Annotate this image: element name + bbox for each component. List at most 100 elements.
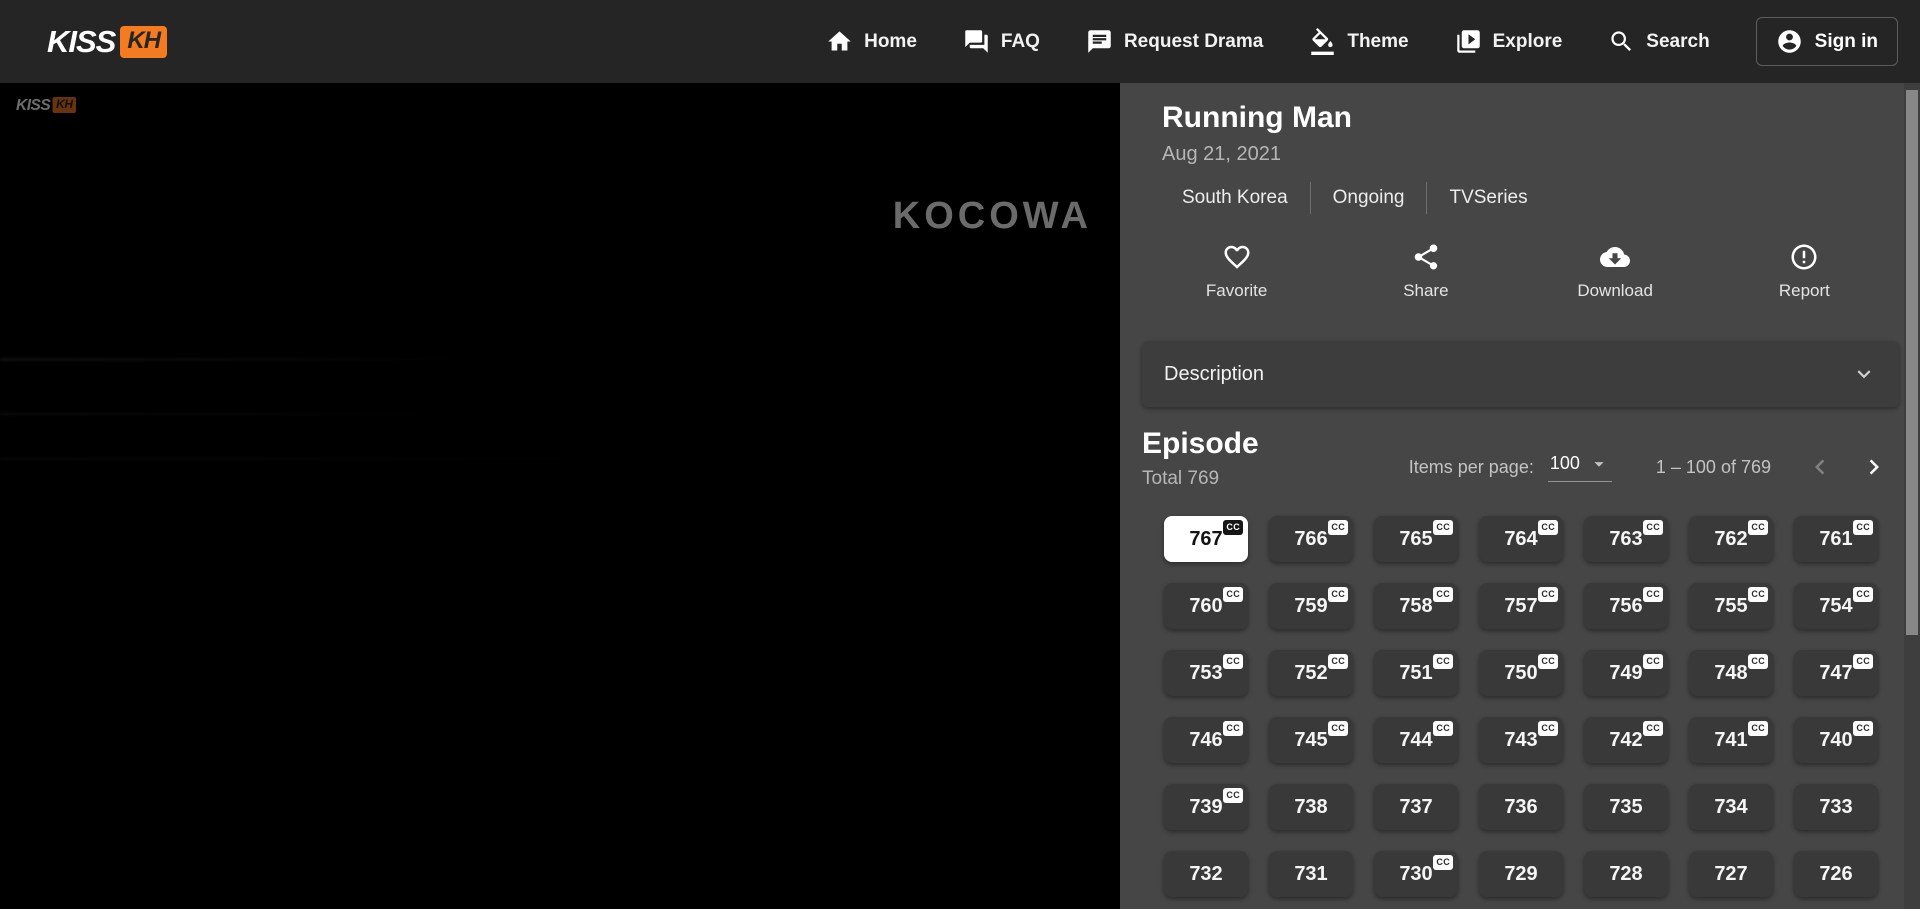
episode-button-762[interactable]: 762CC bbox=[1689, 516, 1773, 562]
tag-status[interactable]: Ongoing bbox=[1311, 187, 1427, 209]
episode-button-728[interactable]: 728 bbox=[1584, 851, 1668, 897]
episode-number: 755 bbox=[1714, 595, 1747, 617]
episode-button-744[interactable]: 744CC bbox=[1374, 717, 1458, 763]
player-corner-watermark: KISS KH bbox=[16, 96, 76, 114]
chevron-down-icon bbox=[1851, 361, 1877, 387]
episode-button-767[interactable]: 767CC bbox=[1164, 516, 1248, 562]
nav-item-search[interactable]: Search bbox=[1608, 28, 1709, 55]
scrollbar-thumb[interactable] bbox=[1906, 90, 1918, 635]
explore-icon bbox=[1455, 28, 1482, 55]
episode-button-727[interactable]: 727 bbox=[1689, 851, 1773, 897]
episode-button-736[interactable]: 736 bbox=[1479, 784, 1563, 830]
episode-number: 763 bbox=[1609, 528, 1642, 550]
episode-button-741[interactable]: 741CC bbox=[1689, 717, 1773, 763]
episode-button-734[interactable]: 734 bbox=[1689, 784, 1773, 830]
episode-number: 745 bbox=[1294, 729, 1327, 751]
episode-button-726[interactable]: 726 bbox=[1794, 851, 1878, 897]
nav-item-request-drama[interactable]: Request Drama bbox=[1086, 28, 1263, 55]
sign-in-button[interactable]: Sign in bbox=[1756, 17, 1898, 66]
episode-number: 733 bbox=[1819, 796, 1852, 818]
episode-button-743[interactable]: 743CC bbox=[1479, 717, 1563, 763]
episode-button-766[interactable]: 766CC bbox=[1269, 516, 1353, 562]
episode-number: 732 bbox=[1189, 863, 1222, 885]
action-label: Share bbox=[1403, 281, 1448, 301]
episode-button-748[interactable]: 748CC bbox=[1689, 650, 1773, 696]
video-frame bbox=[0, 358, 860, 488]
watermark-kiss-text: KISS bbox=[16, 96, 50, 114]
download-button[interactable]: Download bbox=[1521, 242, 1710, 301]
tag-country[interactable]: South Korea bbox=[1182, 187, 1310, 209]
episode-button-733[interactable]: 733 bbox=[1794, 784, 1878, 830]
episode-total: Total 769 bbox=[1142, 467, 1259, 490]
kocowa-watermark: KOCOWA bbox=[893, 195, 1092, 238]
details-panel: Running Man Aug 21, 2021 South Korea Ong… bbox=[1120, 83, 1920, 909]
episode-button-739[interactable]: 739CC bbox=[1164, 784, 1248, 830]
episode-number: 744 bbox=[1399, 729, 1432, 751]
episode-number: 726 bbox=[1819, 863, 1852, 885]
favorite-button[interactable]: Favorite bbox=[1142, 242, 1331, 301]
episode-number: 734 bbox=[1714, 796, 1747, 818]
nav-item-label: Home bbox=[864, 31, 917, 53]
episode-button-764[interactable]: 764CC bbox=[1479, 516, 1563, 562]
episode-button-731[interactable]: 731 bbox=[1269, 851, 1353, 897]
episode-number: 730 bbox=[1399, 863, 1432, 885]
previous-page-button[interactable] bbox=[1805, 452, 1835, 482]
episode-number: 765 bbox=[1399, 528, 1432, 550]
page-range-label: 1 – 100 of 769 bbox=[1656, 457, 1771, 478]
share-button[interactable]: Share bbox=[1331, 242, 1520, 301]
next-page-button[interactable] bbox=[1859, 452, 1889, 482]
episode-button-756[interactable]: 756CC bbox=[1584, 583, 1668, 629]
episode-button-761[interactable]: 761CC bbox=[1794, 516, 1878, 562]
cc-badge: CC bbox=[1643, 721, 1663, 736]
nav-item-faq[interactable]: FAQ bbox=[963, 28, 1040, 55]
episode-button-740[interactable]: 740CC bbox=[1794, 717, 1878, 763]
description-label: Description bbox=[1164, 363, 1264, 386]
tag-type[interactable]: TVSeries bbox=[1427, 187, 1549, 209]
episode-button-742[interactable]: 742CC bbox=[1584, 717, 1668, 763]
release-date: Aug 21, 2021 bbox=[1162, 143, 1899, 166]
episode-button-765[interactable]: 765CC bbox=[1374, 516, 1458, 562]
episode-button-737[interactable]: 737 bbox=[1374, 784, 1458, 830]
cc-badge: CC bbox=[1328, 520, 1348, 535]
episode-number: 739 bbox=[1189, 796, 1222, 818]
episode-button-757[interactable]: 757CC bbox=[1479, 583, 1563, 629]
episode-button-754[interactable]: 754CC bbox=[1794, 583, 1878, 629]
episode-button-730[interactable]: 730CC bbox=[1374, 851, 1458, 897]
episode-button-749[interactable]: 749CC bbox=[1584, 650, 1668, 696]
cc-badge: CC bbox=[1328, 721, 1348, 736]
report-button[interactable]: Report bbox=[1710, 242, 1899, 301]
cc-badge: CC bbox=[1538, 721, 1558, 736]
episode-button-729[interactable]: 729 bbox=[1479, 851, 1563, 897]
episode-button-746[interactable]: 746CC bbox=[1164, 717, 1248, 763]
episode-button-745[interactable]: 745CC bbox=[1269, 717, 1353, 763]
scrollbar[interactable] bbox=[1904, 83, 1920, 909]
episode-button-753[interactable]: 753CC bbox=[1164, 650, 1248, 696]
video-player[interactable]: KISS KH KOCOWA bbox=[0, 83, 1120, 909]
cc-badge: CC bbox=[1853, 721, 1873, 736]
episode-button-763[interactable]: 763CC bbox=[1584, 516, 1668, 562]
episode-button-738[interactable]: 738 bbox=[1269, 784, 1353, 830]
episode-number: 728 bbox=[1609, 863, 1642, 885]
episode-button-755[interactable]: 755CC bbox=[1689, 583, 1773, 629]
items-per-page-value: 100 bbox=[1550, 453, 1580, 474]
items-per-page-select[interactable]: 100 bbox=[1548, 453, 1612, 482]
episode-button-752[interactable]: 752CC bbox=[1269, 650, 1353, 696]
description-accordion[interactable]: Description bbox=[1142, 341, 1899, 407]
episode-button-760[interactable]: 760CC bbox=[1164, 583, 1248, 629]
site-logo[interactable]: KISS KH bbox=[47, 24, 167, 60]
account-circle-icon bbox=[1776, 28, 1803, 55]
cc-badge: CC bbox=[1853, 587, 1873, 602]
episode-button-758[interactable]: 758CC bbox=[1374, 583, 1458, 629]
episode-button-759[interactable]: 759CC bbox=[1269, 583, 1353, 629]
episode-button-732[interactable]: 732 bbox=[1164, 851, 1248, 897]
cc-badge: CC bbox=[1328, 587, 1348, 602]
episode-button-751[interactable]: 751CC bbox=[1374, 650, 1458, 696]
episode-button-747[interactable]: 747CC bbox=[1794, 650, 1878, 696]
nav-item-label: Explore bbox=[1493, 31, 1563, 53]
nav-item-explore[interactable]: Explore bbox=[1455, 28, 1563, 55]
nav-item-home[interactable]: Home bbox=[826, 28, 917, 55]
episode-button-735[interactable]: 735 bbox=[1584, 784, 1668, 830]
nav-item-theme[interactable]: Theme bbox=[1309, 28, 1408, 55]
episode-button-750[interactable]: 750CC bbox=[1479, 650, 1563, 696]
episode-header-left: Episode Total 769 bbox=[1142, 427, 1259, 490]
